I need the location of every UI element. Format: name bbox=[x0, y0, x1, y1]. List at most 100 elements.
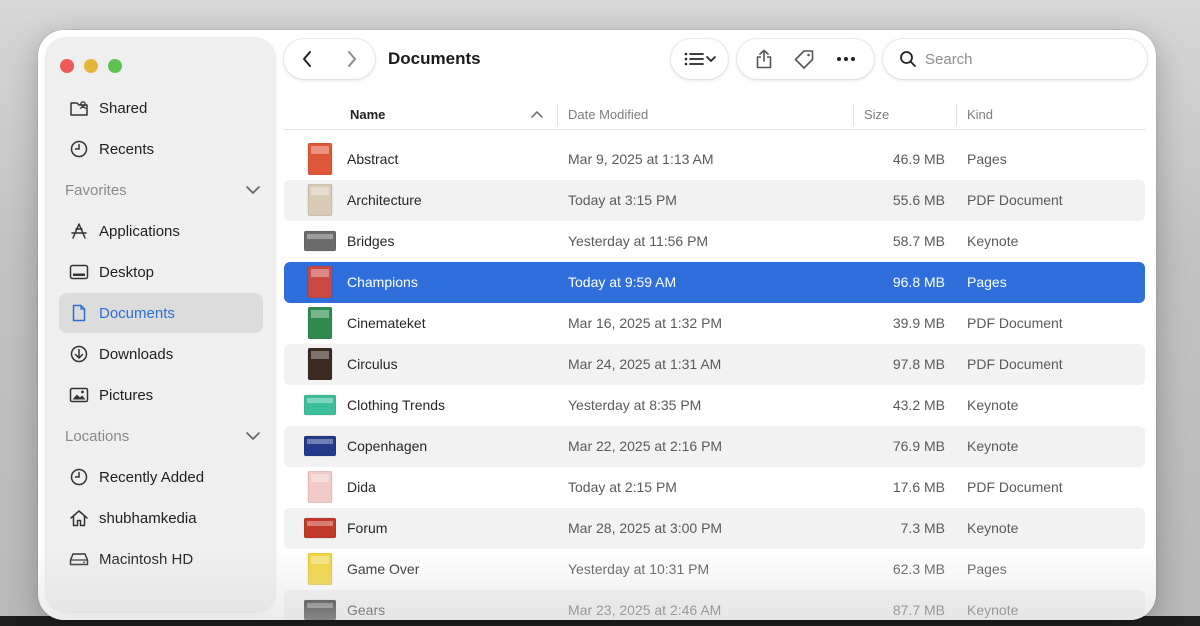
sidebar-item-label: Pictures bbox=[99, 386, 154, 404]
file-size: 7.3 MB bbox=[900, 520, 945, 536]
column-header-name[interactable]: Name bbox=[350, 107, 385, 122]
sidebar-item-recently-added[interactable]: Recently Added bbox=[59, 457, 263, 497]
sidebar-item-label: Recently Added bbox=[99, 468, 205, 486]
file-thumbnail-icon bbox=[304, 594, 336, 620]
sidebar-item-label: Downloads bbox=[99, 345, 174, 363]
file-thumbnail-icon bbox=[304, 389, 336, 421]
column-separator[interactable] bbox=[853, 104, 854, 126]
download-icon bbox=[68, 343, 90, 365]
file-thumbnail-icon bbox=[304, 471, 336, 503]
file-size: 43.2 MB bbox=[892, 397, 945, 413]
file-name: Game Over bbox=[347, 561, 420, 577]
ellipsis-icon bbox=[836, 57, 855, 61]
file-row[interactable]: Dida Today at 2:15 PM 17.6 MB PDF Document bbox=[284, 467, 1145, 508]
search-icon bbox=[900, 51, 916, 67]
file-size: 46.9 MB bbox=[892, 151, 945, 167]
desktop-icon bbox=[68, 261, 90, 283]
sidebar-item-label: Applications bbox=[99, 222, 180, 240]
column-header-size[interactable]: Size bbox=[864, 107, 889, 122]
file-row[interactable]: Game Over Yesterday at 10:31 PM 62.3 MB Pag… bbox=[284, 549, 1145, 590]
file-date-modified: Today at 3:15 PM bbox=[568, 192, 677, 208]
search-placeholder: Search bbox=[925, 50, 973, 68]
sidebar-item-label: shubhamkedia bbox=[99, 509, 197, 527]
sort-ascending-icon[interactable] bbox=[530, 107, 544, 122]
sidebar-item-applications[interactable]: Applications bbox=[59, 211, 263, 251]
file-kind: PDF Document bbox=[967, 192, 1063, 208]
column-separator[interactable] bbox=[956, 104, 957, 126]
finder-window: Shared Recents Favorites Applications De… bbox=[38, 30, 1156, 620]
file-row[interactable]: Cinemateket Mar 16, 2025 at 1:32 PM 39.9 M… bbox=[284, 303, 1145, 344]
file-row[interactable]: Clothing Trends Yesterday at 8:35 PM 43.2 … bbox=[284, 385, 1145, 426]
file-row[interactable]: Bridges Yesterday at 11:56 PM 58.7 MB Keyno… bbox=[284, 221, 1145, 262]
file-row[interactable]: Abstract Mar 9, 2025 at 1:13 AM 46.9 MB Pag… bbox=[284, 139, 1145, 180]
sidebar-item-pictures[interactable]: Pictures bbox=[59, 375, 263, 415]
favorites-heading: Favorites bbox=[65, 181, 127, 199]
file-thumbnail-icon bbox=[304, 143, 336, 175]
column-header-date[interactable]: Date Modified bbox=[568, 107, 648, 122]
share-button[interactable] bbox=[755, 49, 773, 69]
close-window-button[interactable] bbox=[60, 59, 74, 73]
chevron-down-icon[interactable] bbox=[245, 182, 261, 199]
sidebar-item-home[interactable]: shubhamkedia bbox=[59, 498, 263, 538]
file-row[interactable]: Forum Mar 28, 2025 at 3:00 PM 7.3 MB Keynot… bbox=[284, 508, 1145, 549]
file-thumbnail-icon bbox=[304, 553, 336, 585]
column-separator[interactable] bbox=[557, 104, 558, 126]
file-size: 96.8 MB bbox=[892, 274, 945, 290]
file-kind: Keynote bbox=[967, 233, 1019, 249]
back-button[interactable] bbox=[285, 50, 330, 68]
file-thumbnail-icon bbox=[304, 512, 336, 544]
file-row[interactable]: Gears Mar 23, 2025 at 2:46 AM 87.7 MB Keyno… bbox=[284, 590, 1145, 620]
sidebar-item-documents[interactable]: Documents bbox=[59, 293, 263, 333]
file-thumbnail-icon bbox=[304, 430, 336, 462]
chevron-down-icon[interactable] bbox=[245, 428, 261, 445]
action-buttons bbox=[737, 39, 874, 79]
locations-section-header[interactable]: Locations bbox=[65, 424, 261, 448]
file-name: Champions bbox=[347, 274, 418, 290]
file-kind: Keynote bbox=[967, 602, 1019, 618]
sidebar-item-recents[interactable]: Recents bbox=[59, 129, 263, 169]
zoom-window-button[interactable] bbox=[108, 59, 122, 73]
file-name: Copenhagen bbox=[347, 438, 428, 454]
view-options-button[interactable] bbox=[671, 39, 728, 79]
file-date-modified: Today at 2:15 PM bbox=[568, 479, 677, 495]
file-size: 76.9 MB bbox=[892, 438, 945, 454]
file-date-modified: Mar 9, 2025 at 1:13 AM bbox=[568, 151, 714, 167]
sidebar-item-shared[interactable]: Shared bbox=[59, 88, 263, 128]
file-name: Abstract bbox=[347, 151, 399, 167]
file-name: Bridges bbox=[347, 233, 395, 249]
file-date-modified: Yesterday at 10:31 PM bbox=[568, 561, 710, 577]
file-thumbnail-icon bbox=[304, 348, 336, 380]
sidebar-item-desktop[interactable]: Desktop bbox=[59, 252, 263, 292]
file-size: 58.7 MB bbox=[892, 233, 945, 249]
column-header-row: Name Date Modified Size Kind bbox=[284, 102, 1146, 130]
sidebar-item-label: Shared bbox=[99, 99, 148, 117]
sidebar-item-macintosh-hd[interactable]: Macintosh HD bbox=[59, 539, 263, 579]
file-row[interactable]: Architecture Today at 3:15 PM 55.6 MB PDF D… bbox=[284, 180, 1145, 221]
sidebar-item-downloads[interactable]: Downloads bbox=[59, 334, 263, 374]
file-date-modified: Mar 24, 2025 at 1:31 AM bbox=[568, 356, 722, 372]
sidebar-item-label: Desktop bbox=[99, 263, 155, 281]
search-field[interactable]: Search bbox=[883, 39, 1147, 79]
favorites-section-header[interactable]: Favorites bbox=[65, 178, 261, 202]
file-name: Forum bbox=[347, 520, 388, 536]
home-icon bbox=[68, 507, 90, 529]
file-date-modified: Yesterday at 8:35 PM bbox=[568, 397, 702, 413]
column-header-kind[interactable]: Kind bbox=[967, 107, 993, 122]
file-row[interactable]: Copenhagen Mar 22, 2025 at 2:16 PM 76.9 MB… bbox=[284, 426, 1145, 467]
file-row[interactable]: Circulus Mar 24, 2025 at 1:31 AM 97.8 MB PD… bbox=[284, 344, 1145, 385]
more-options-button[interactable] bbox=[836, 56, 856, 62]
tag-icon bbox=[795, 50, 814, 69]
minimize-window-button[interactable] bbox=[84, 59, 98, 73]
file-kind: Pages bbox=[967, 151, 1007, 167]
file-kind: Keynote bbox=[967, 520, 1019, 536]
file-thumbnail-icon bbox=[304, 184, 336, 216]
file-kind: Keynote bbox=[967, 438, 1019, 454]
file-size: 62.3 MB bbox=[892, 561, 945, 577]
forward-button[interactable] bbox=[330, 50, 375, 68]
file-size: 87.7 MB bbox=[892, 602, 945, 618]
tag-button[interactable] bbox=[793, 49, 815, 69]
sidebar-item-label: Documents bbox=[99, 304, 175, 322]
file-date-modified: Yesterday at 11:56 PM bbox=[568, 233, 709, 249]
file-row[interactable]: Champions Today at 9:59 AM 96.8 MB Pages bbox=[284, 262, 1145, 303]
file-kind: PDF Document bbox=[967, 356, 1063, 372]
